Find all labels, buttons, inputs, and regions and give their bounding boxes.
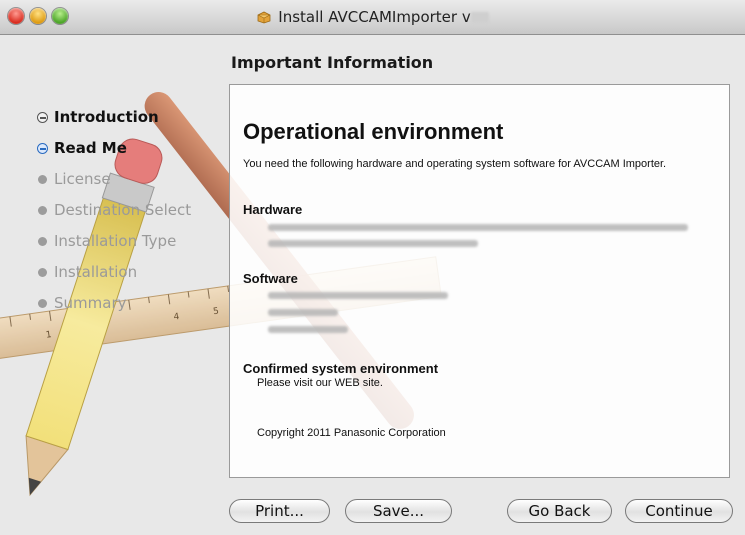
redacted-line	[268, 292, 448, 299]
step-label: Installation	[54, 263, 138, 281]
version-redacted	[470, 12, 489, 23]
window-title: Install AVCCAMImporter v	[0, 8, 745, 26]
redacted-line	[268, 224, 688, 231]
step-label: License	[54, 170, 111, 188]
step-pending-icon	[38, 175, 47, 184]
confirmed-text: Please visit our WEB site.	[257, 377, 383, 389]
step-pending-icon	[38, 206, 47, 215]
redacted-line	[268, 326, 348, 333]
step-label: Introduction	[54, 108, 159, 126]
confirmed-heading: Confirmed system environment	[243, 361, 439, 376]
pane-title: Important Information	[231, 53, 434, 72]
redacted-line	[268, 309, 338, 316]
step-label: Read Me	[54, 139, 127, 157]
step-pending-icon	[38, 237, 47, 246]
go-back-button[interactable]: Go Back	[507, 499, 612, 523]
step-pending-icon	[38, 268, 47, 277]
save-button[interactable]: Save...	[345, 499, 452, 523]
title-bar: Install AVCCAMImporter v	[0, 0, 745, 35]
redacted-line	[268, 240, 478, 247]
package-box-icon	[257, 11, 271, 24]
window-title-text: Install AVCCAMImporter v	[278, 8, 471, 26]
continue-button[interactable]: Continue	[625, 499, 733, 523]
readme-heading: Operational environment	[243, 119, 504, 144]
step-label: Installation Type	[54, 232, 177, 250]
readme-intro: You need the following hardware and oper…	[243, 158, 667, 170]
step-done-icon	[37, 112, 48, 123]
installer-window: 1 4 5 Install AVCCAMImporter v Important…	[0, 0, 745, 535]
step-pending-icon	[38, 299, 47, 308]
step-label: Destination Select	[54, 201, 192, 219]
software-heading: Software	[243, 271, 298, 286]
copyright-text: Copyright 2011 Panasonic Corporation	[257, 427, 446, 439]
step-current-icon	[37, 143, 48, 154]
step-label: Summary	[54, 294, 127, 312]
hardware-heading: Hardware	[243, 202, 303, 217]
readme-text-view[interactable]: Operational environment You need the fol…	[229, 84, 730, 478]
print-button[interactable]: Print...	[229, 499, 330, 523]
